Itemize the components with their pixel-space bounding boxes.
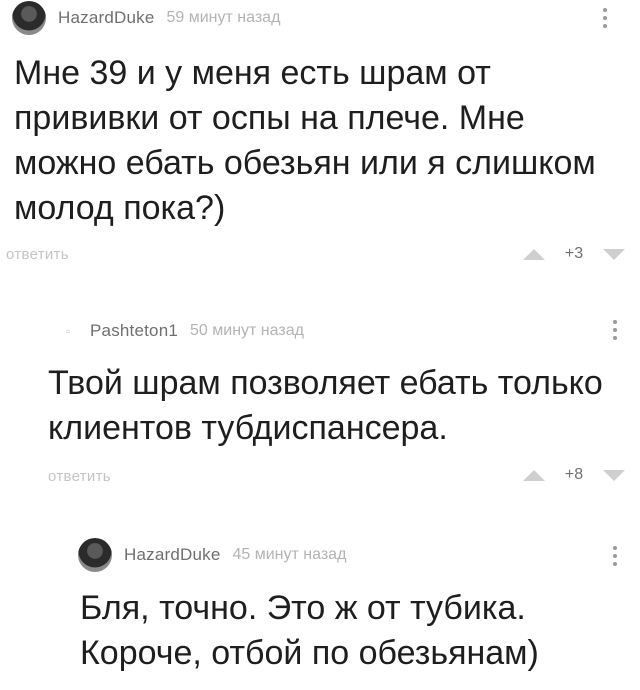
vote-controls: +3: [523, 245, 625, 263]
timestamp: 59 минут назад: [166, 9, 281, 26]
vote-controls: +8: [523, 466, 625, 484]
username[interactable]: HazardDuke: [124, 545, 221, 565]
upvote-icon[interactable]: [523, 248, 545, 260]
more-menu-icon[interactable]: [602, 8, 608, 28]
comment-header: HazardDuke 45 минут назад: [78, 537, 346, 573]
timestamp: 50 минут назад: [190, 322, 304, 339]
comment-text: Мне 39 и у меня есть шрам от прививки от…: [14, 54, 596, 227]
avatar[interactable]: [12, 1, 46, 35]
username[interactable]: HazardDuke: [58, 8, 155, 28]
comment-text: Твой шрам позволяет ебать только клиенто…: [48, 364, 603, 447]
score: +3: [564, 245, 584, 262]
reply-button[interactable]: ответить: [6, 246, 69, 263]
more-menu-icon[interactable]: [612, 546, 618, 566]
reply-button[interactable]: ответить: [48, 468, 111, 485]
comment-header: ▫ Pashteton1 50 минут назад: [58, 313, 304, 349]
upvote-icon[interactable]: [523, 469, 545, 481]
timestamp: 45 минут назад: [232, 546, 347, 563]
score: +8: [564, 466, 584, 483]
downvote-icon[interactable]: [603, 248, 625, 260]
downvote-icon[interactable]: [603, 469, 625, 481]
comment-text: Бля, точно. Это ж от тубика. Короче, отб…: [80, 589, 539, 672]
username[interactable]: Pashteton1: [90, 321, 178, 341]
avatar[interactable]: [78, 538, 112, 572]
comment-header: HazardDuke 59 минут назад: [12, 0, 280, 36]
avatar-icon[interactable]: ▫: [58, 321, 78, 341]
more-menu-icon[interactable]: [612, 320, 618, 340]
